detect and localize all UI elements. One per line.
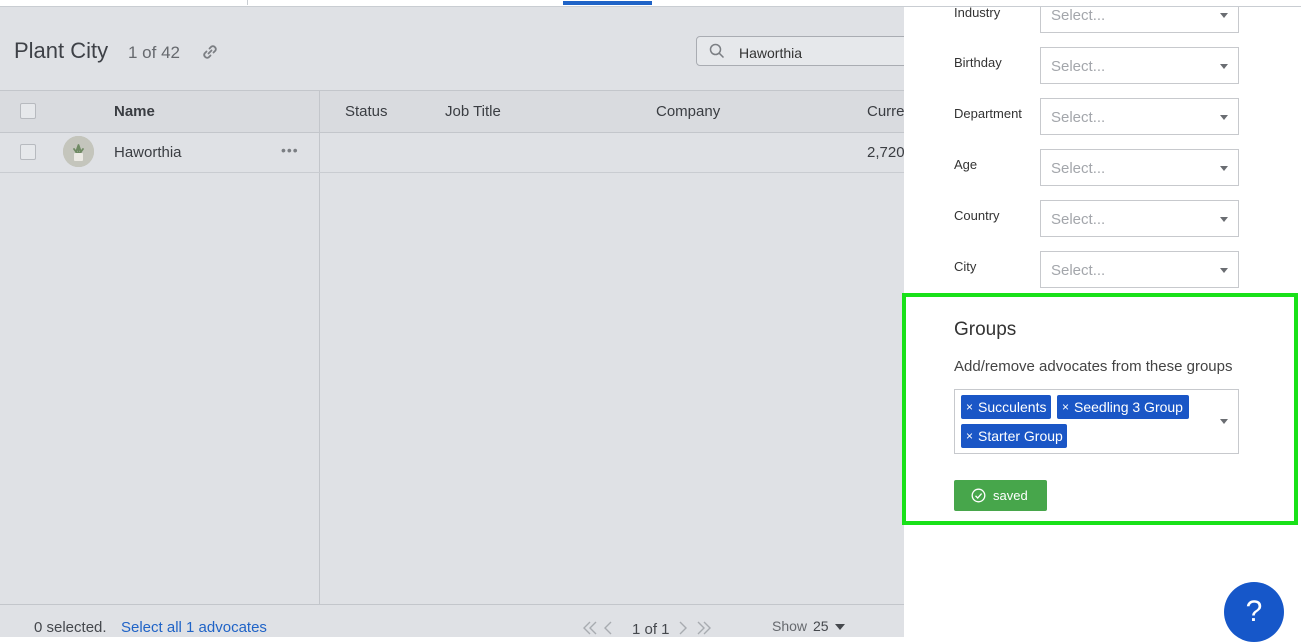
help-button[interactable]: ? (1224, 582, 1284, 642)
chevron-down-icon (1220, 115, 1228, 120)
active-tab-indicator (563, 1, 652, 5)
remove-chip-icon[interactable]: × (966, 424, 973, 448)
department-select[interactable]: Select... (1040, 98, 1239, 135)
first-page-icon[interactable] (582, 621, 598, 635)
chevron-down-icon (1220, 268, 1228, 273)
chip-label: Succulents (978, 399, 1047, 415)
chip-label: Seedling 3 Group (1074, 399, 1183, 415)
last-page-icon[interactable] (696, 621, 712, 635)
row-more-icon[interactable]: ••• (281, 142, 299, 158)
search-value: Haworthia (739, 45, 803, 61)
prev-page-icon[interactable] (603, 621, 613, 635)
check-circle-icon (971, 488, 986, 503)
saved-button[interactable]: saved (954, 480, 1047, 511)
field-label-age: Age (954, 157, 978, 172)
age-select[interactable]: Select... (1040, 149, 1239, 186)
saved-label: saved (993, 488, 1028, 503)
link-icon[interactable] (200, 42, 220, 62)
list-title: Plant City (14, 38, 109, 63)
row-checkbox[interactable] (20, 144, 36, 160)
select-all-link[interactable]: Select all 1 advocates (121, 619, 267, 636)
select-all-checkbox[interactable] (20, 103, 36, 119)
field-label-birthday: Birthday (954, 55, 1002, 70)
top-nav (0, 0, 1301, 7)
country-placeholder: Select... (1051, 211, 1106, 228)
column-company[interactable]: Company (656, 103, 720, 120)
table-row[interactable]: Haworthia 2,720 (0, 132, 904, 173)
age-placeholder: Select... (1051, 160, 1106, 177)
nav-divider (247, 0, 248, 5)
table-header: Name Status Job Title Company Curre (0, 90, 904, 133)
field-label-country: Country (954, 208, 1000, 223)
department-placeholder: Select... (1051, 109, 1106, 126)
city-select[interactable]: Select... (1040, 251, 1239, 288)
page-indicator: 1 of 1 (632, 621, 670, 637)
field-label-department: Department (954, 106, 1022, 121)
remove-chip-icon[interactable]: × (966, 395, 973, 419)
chevron-down-icon (1220, 13, 1228, 18)
column-job-title[interactable]: Job Title (445, 103, 501, 120)
industry-placeholder: Select... (1051, 7, 1106, 24)
country-select[interactable]: Select... (1040, 200, 1239, 237)
group-chip-seedling-3: × Seedling 3 Group (1057, 395, 1189, 419)
chevron-down-icon (1220, 64, 1228, 69)
show-label: Show (772, 618, 808, 634)
chevron-down-icon[interactable] (835, 624, 845, 630)
column-status[interactable]: Status (345, 103, 388, 120)
result-count: 1 of 42 (128, 43, 180, 62)
remove-chip-icon[interactable]: × (1062, 395, 1069, 419)
table-footer: 0 selected. Select all 1 advocates 1 of … (0, 604, 904, 637)
selected-count: 0 selected. (34, 619, 107, 636)
field-label-industry: Industry (954, 5, 1001, 20)
avatar (63, 136, 94, 167)
page-size-select[interactable]: 25 (813, 618, 829, 634)
next-page-icon[interactable] (678, 621, 688, 635)
plant-avatar-icon (63, 136, 94, 167)
field-label-city: City (954, 259, 977, 274)
search-input[interactable]: Haworthia (696, 36, 904, 66)
advocate-list: Plant City 1 of 42 Haworthia Name Status… (0, 0, 904, 637)
row-current: 2,720 (867, 144, 904, 161)
groups-multiselect[interactable]: × Succulents × Seedling 3 Group × Starte… (954, 389, 1239, 454)
chevron-down-icon (1220, 166, 1228, 171)
chevron-down-icon[interactable] (1220, 419, 1228, 424)
chevron-down-icon (1220, 217, 1228, 222)
groups-title: Groups (954, 319, 1017, 340)
city-placeholder: Select... (1051, 262, 1106, 279)
groups-description: Add/remove advocates from these groups (954, 358, 1233, 375)
group-chip-succulents: × Succulents (961, 395, 1051, 419)
column-name[interactable]: Name (114, 103, 155, 120)
row-name[interactable]: Haworthia (114, 144, 182, 161)
column-current[interactable]: Curre (867, 103, 904, 120)
group-chip-starter: × Starter Group (961, 424, 1067, 448)
chip-label: Starter Group (978, 428, 1063, 444)
search-icon (709, 43, 725, 59)
birthday-placeholder: Select... (1051, 58, 1106, 75)
birthday-select[interactable]: Select... (1040, 47, 1239, 84)
